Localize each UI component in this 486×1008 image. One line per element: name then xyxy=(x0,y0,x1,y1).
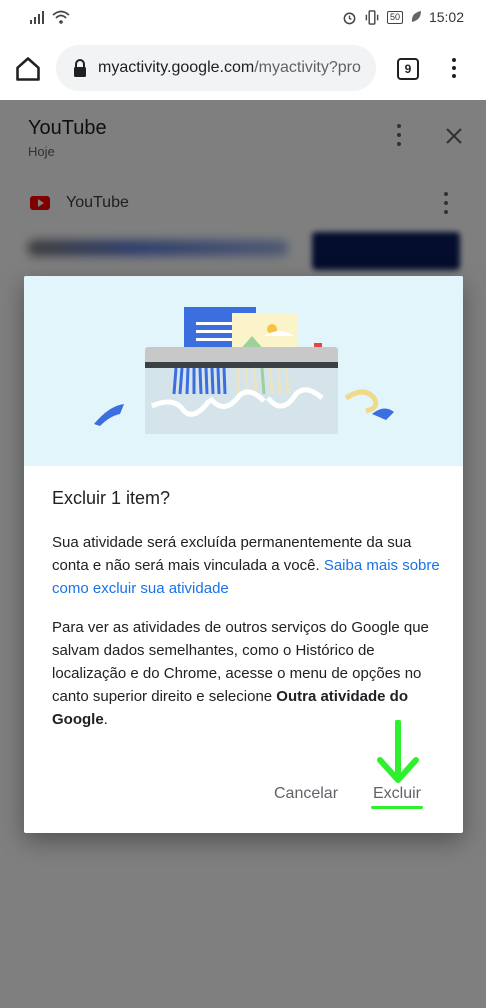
battery-icon: 50 xyxy=(386,10,403,24)
signal-icon xyxy=(30,11,44,24)
status-time: 15:02 xyxy=(428,9,464,25)
dialog-title: Excluir 1 item? xyxy=(52,488,171,508)
wifi-icon xyxy=(52,10,70,24)
status-bar: 50 15:02 xyxy=(0,0,486,36)
url-text: myactivity.google.com/myactivity?pro xyxy=(98,59,361,77)
shredder-illustration xyxy=(24,276,463,466)
status-right: 50 15:02 xyxy=(342,9,464,25)
delete-button[interactable]: Excluir xyxy=(373,785,421,803)
delete-dialog: Excluir 1 item? Sua atividade será exclu… xyxy=(24,276,463,833)
url-bar[interactable]: myactivity.google.com/myactivity?pro xyxy=(56,45,376,91)
browser-toolbar: myactivity.google.com/myactivity?pro 9 xyxy=(0,36,486,100)
highlight-underline xyxy=(371,806,423,809)
dialog-body-1: Sua atividade será excluída permanenteme… xyxy=(52,531,440,600)
dialog-body-2: Para ver as atividades de outros serviço… xyxy=(52,616,440,731)
cancel-button[interactable]: Cancelar xyxy=(274,785,338,803)
lock-icon xyxy=(74,59,86,77)
home-icon[interactable] xyxy=(14,55,42,83)
url-host: myactivity.google.com xyxy=(98,59,255,76)
down-arrow-annotation xyxy=(377,720,419,783)
tabs-icon[interactable]: 9 xyxy=(397,58,419,80)
more-vert-icon[interactable] xyxy=(446,56,462,80)
leaf-icon xyxy=(411,11,421,22)
status-left xyxy=(30,10,70,24)
vibrate-icon xyxy=(365,9,379,25)
dialog-body-2-end: . xyxy=(103,711,108,728)
url-path: /myactivity?pro xyxy=(254,59,361,76)
alarm-icon xyxy=(343,12,356,24)
